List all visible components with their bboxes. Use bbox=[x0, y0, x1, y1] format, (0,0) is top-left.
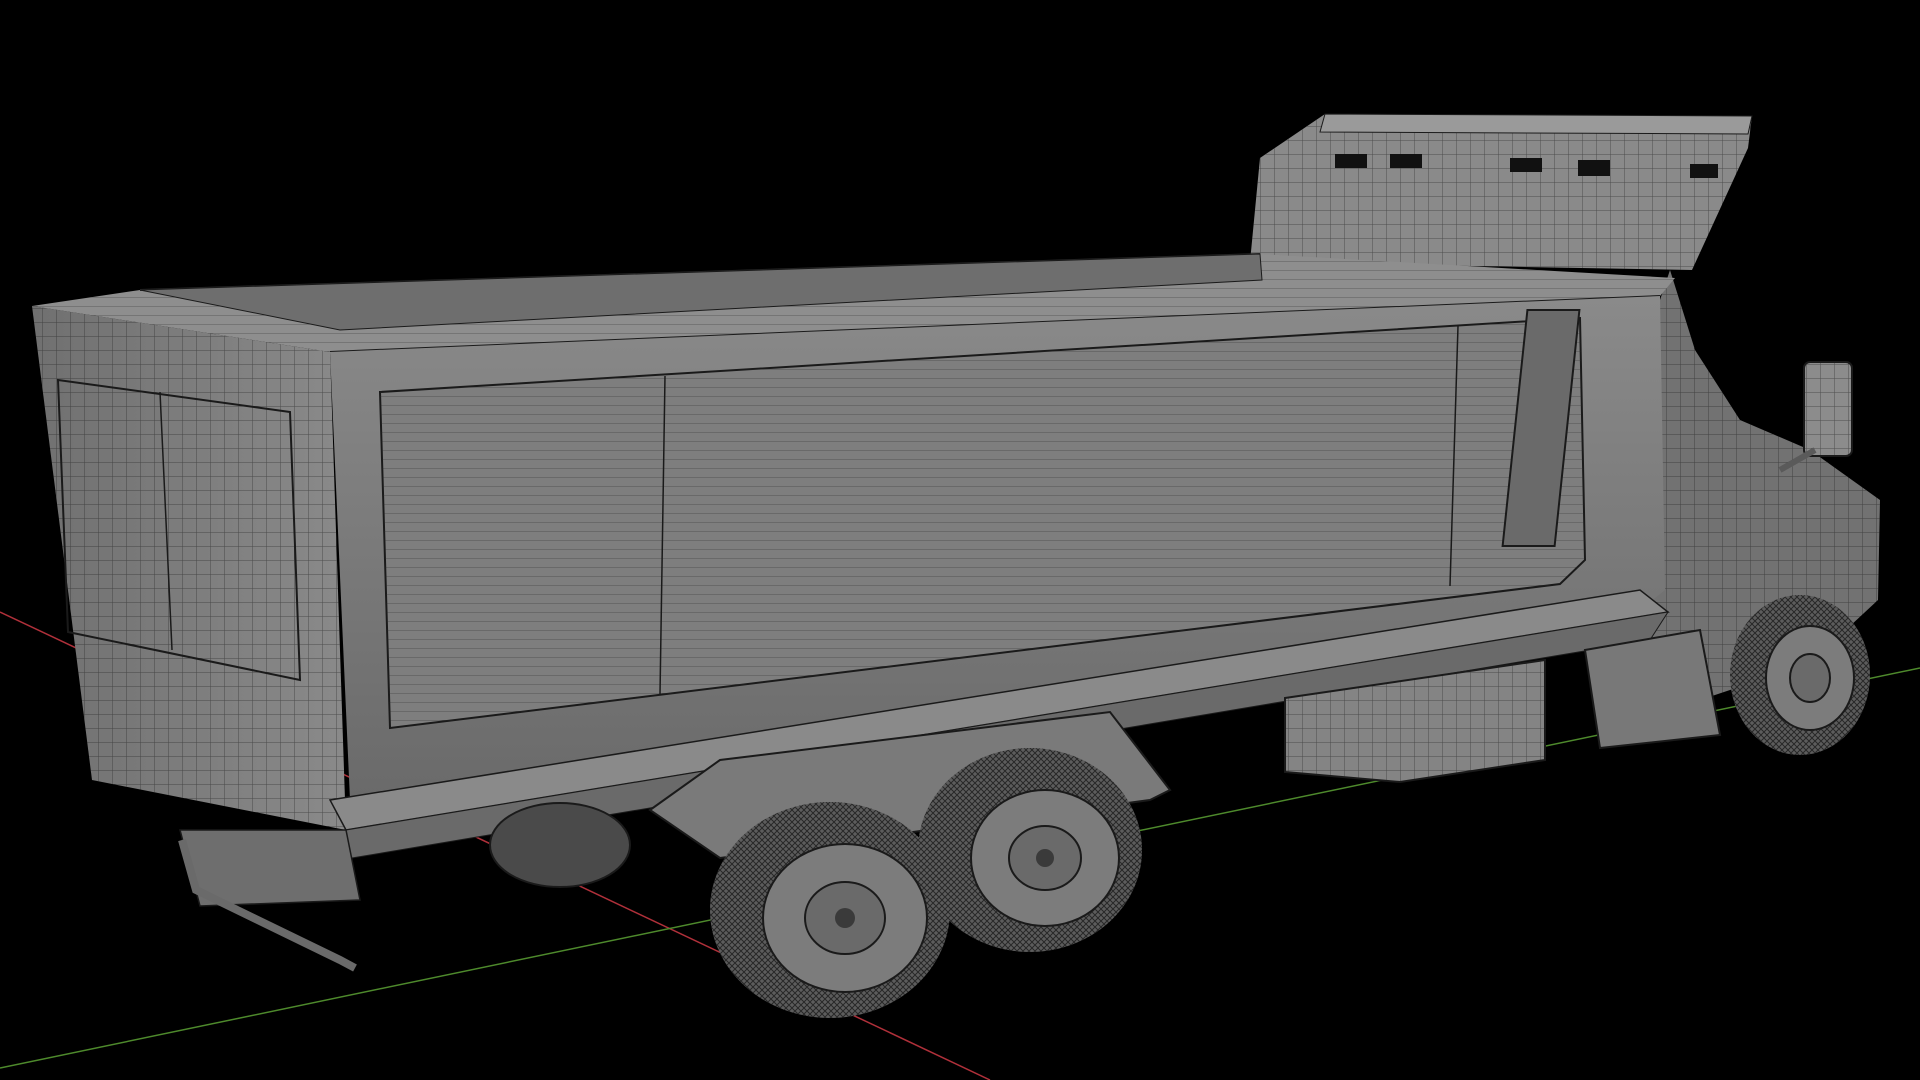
rear-wheel-2 bbox=[918, 748, 1142, 952]
cab-step bbox=[1583, 628, 1722, 750]
bed-rear-face bbox=[32, 306, 346, 830]
front-wheel bbox=[1730, 595, 1870, 755]
truck-model-icon[interactable] bbox=[32, 113, 1880, 1018]
3d-viewport[interactable] bbox=[0, 0, 1920, 1080]
cab-shield bbox=[1250, 113, 1753, 270]
rear-wheel-far bbox=[489, 802, 631, 888]
rear-bumper bbox=[178, 829, 361, 972]
rear-wheel-1 bbox=[710, 802, 950, 1018]
scene-canvas[interactable] bbox=[0, 0, 1920, 1080]
